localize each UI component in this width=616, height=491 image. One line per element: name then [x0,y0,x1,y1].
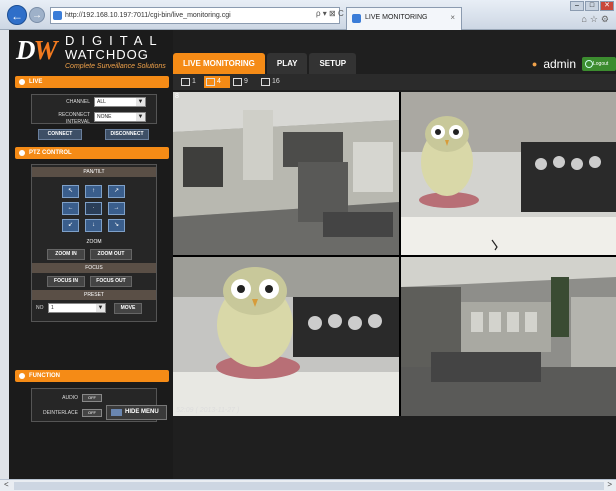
layout-9-icon [233,78,242,86]
zoom-label: ZOOM [86,239,102,245]
channel-label: CHANNEL [66,99,90,105]
ptz-down-right-button[interactable]: ↘ [108,219,125,232]
tab-close-icon[interactable]: × [450,8,455,28]
camera-view-1[interactable]: 8 [173,92,399,255]
scroll-left-icon[interactable]: < [4,480,9,489]
layout-1-icon [181,78,190,86]
camera-2-image [401,92,616,255]
focus-out-button[interactable]: FOCUS OUT [90,276,132,287]
function-section-header[interactable]: FUNCTION [15,370,169,382]
logout-button[interactable]: Logout [582,57,616,71]
browser-tool-icons[interactable]: ⌂☆⚙ [581,14,612,25]
focus-in-button[interactable]: FOCUS IN [47,276,85,287]
forward-button[interactable]: → [29,7,45,23]
preset-move-button[interactable]: MOVE [114,303,142,314]
back-button[interactable]: ← [7,5,27,25]
layout-4-icon [206,78,215,86]
ptz-right-button[interactable]: → [108,202,125,215]
audio-label: AUDIO [62,395,78,401]
pan-tilt-label: PAN/TILT [32,167,156,177]
tab-setup[interactable]: SETUP [309,53,357,74]
ptz-up-left-button[interactable]: ↖ [62,185,79,198]
channel-select[interactable]: ALL ▼ [94,97,146,107]
url-text: http://192.168.10.197:7011/cgi-bin/live_… [65,12,231,19]
tab-live-monitoring[interactable]: LIVE MONITORING [173,53,265,74]
preset-no-label: NO [36,305,44,311]
main-nav: LIVE MONITORING PLAY SETUP [173,53,357,74]
brand-logo: DW DIGITAL WATCHDOG Complete Surveillanc… [9,30,173,74]
video-grid: 8 52:09 (2013-11-27) [173,92,616,416]
browser-tab[interactable]: LIVE MONITORING × [346,7,462,30]
connect-button[interactable]: CONNECT [38,129,82,140]
preset-select[interactable]: 1 ▼ [48,303,106,313]
user-area: ● admin Logout [532,54,616,74]
maximize-button[interactable]: □ [585,1,599,11]
hide-menu-button[interactable]: HIDE MENU [106,405,167,420]
tab-title: LIVE MONITORING [365,14,428,21]
ptz-box: PAN/TILT ↖ ↑ ↗ ← · → ↙ ↓ ↘ ZOOM ZOOM IN … [31,164,157,322]
address-bar[interactable]: http://192.168.10.197:7011/cgi-bin/live_… [50,7,340,24]
camera-1-number: 8 [175,93,179,100]
scroll-thumb[interactable] [14,482,604,490]
address-tools[interactable]: ρ ▾ ⊠ C [316,9,344,18]
zoom-out-button[interactable]: ZOOM OUT [90,249,132,260]
camera-3-timestamp: 52:09 ( 2013-11-27 ) [176,407,240,414]
tab-favicon-icon [352,14,361,23]
live-section-header[interactable]: LIVE [15,76,169,88]
logo-tagline: Complete Surveillance Solutions [65,63,166,70]
browser-toolbar: ← → http://192.168.10.197:7011/cgi-bin/l… [0,0,616,30]
layout-16-button[interactable]: 16 [259,76,289,88]
camera-view-4[interactable] [401,257,616,416]
camera-view-3[interactable]: 52:09 ( 2013-11-27 ) [173,257,399,416]
deinterlace-toggle[interactable]: OFF [82,409,102,417]
ptz-down-left-button[interactable]: ↙ [62,219,79,232]
split-layout-bar: 1 4 9 16 [173,74,616,90]
tab-play[interactable]: PLAY [266,53,308,74]
layout-4-button[interactable]: 4 [204,76,230,88]
scroll-right-icon[interactable]: > [607,480,612,489]
reconnect-interval-select[interactable]: NONE ▼ [94,112,146,122]
page-icon [53,11,62,20]
close-window-button[interactable]: ✕ [600,1,614,11]
preset-label: PRESET [32,290,156,300]
focus-label: FOCUS [32,263,156,273]
camera-view-2[interactable] [401,92,616,255]
chevron-down-icon: ▼ [96,304,105,312]
layout-1-button[interactable]: 1 [179,76,205,88]
reconnect-interval-label: RECONNECT INTERVAL [58,112,90,125]
live-settings-box: CHANNEL ALL ▼ RECONNECT INTERVAL NONE ▼ [31,94,157,125]
camera-4-image [401,257,616,416]
ptz-down-button[interactable]: ↓ [85,219,102,232]
audio-toggle[interactable]: OFF [82,394,102,402]
camera-1-image [173,92,399,255]
minimize-button[interactable]: – [570,1,584,11]
hide-menu-icon [111,409,122,416]
ptz-center: · [85,202,102,215]
chevron-down-icon: ▼ [136,98,145,106]
window-controls: – □ ✕ [570,1,614,11]
ptz-up-button[interactable]: ↑ [85,185,102,198]
ptz-left-button[interactable]: ← [62,202,79,215]
camera-3-image [173,257,399,416]
layout-9-button[interactable]: 9 [231,76,257,88]
logo-line2: WATCHDOG [65,47,149,62]
zoom-in-button[interactable]: ZOOM IN [47,249,85,260]
logo-mark: DW [16,35,58,65]
user-icon: ● [531,59,538,69]
ptz-up-right-button[interactable]: ↗ [108,185,125,198]
horizontal-scrollbar[interactable]: < > [0,479,616,491]
chevron-down-icon: ▼ [136,113,145,121]
control-panel: LIVE CHANNEL ALL ▼ RECONNECT INTERVAL NON… [9,74,173,479]
layout-16-icon [261,78,270,86]
disconnect-button[interactable]: DISCONNECT [105,129,149,140]
user-name: admin [543,57,576,71]
logo-line1: DIGITAL [65,33,164,48]
ptz-section-header[interactable]: PTZ CONTROL [15,147,169,159]
deinterlace-label: DEINTERLACE [42,410,78,416]
